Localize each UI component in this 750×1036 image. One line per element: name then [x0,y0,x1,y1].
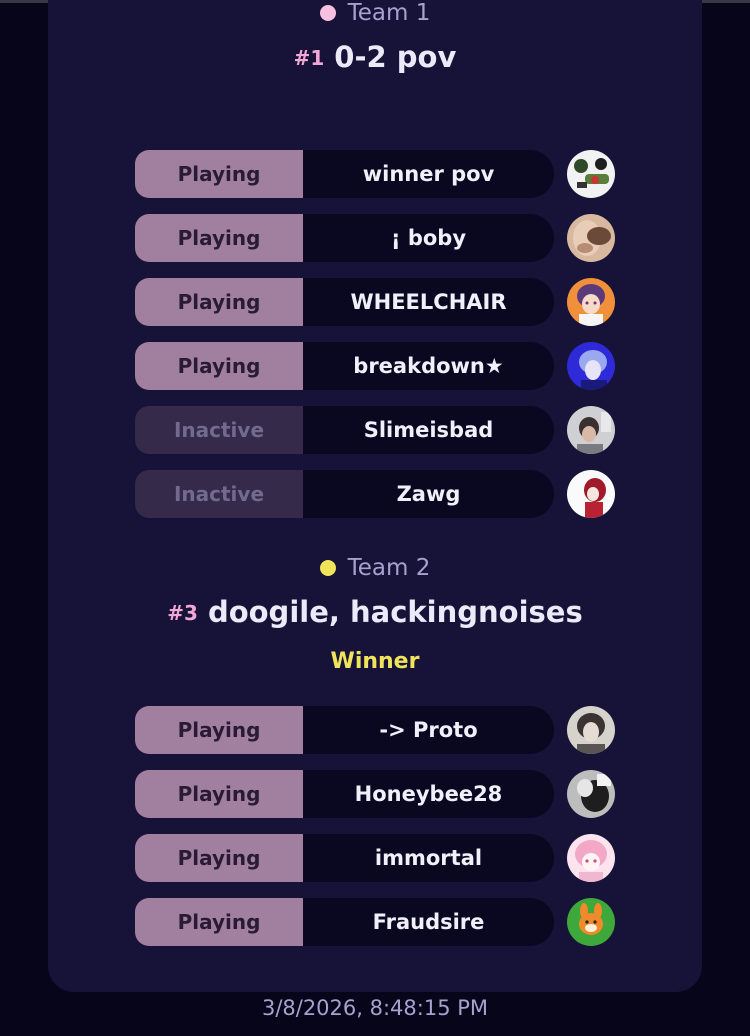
team-2-rank: #3 [167,601,198,625]
status-badge: Playing [135,770,303,818]
player-name: winner pov [303,150,554,198]
player-name: Zawg [303,470,554,518]
player-row[interactable]: Inactive Zawg [135,470,615,518]
team-2-header: Team 2 [0,555,750,581]
timestamp: 3/8/2026, 8:48:15 PM [261,996,489,1020]
team-1-label-text: Team 1 [347,0,431,26]
player-row[interactable]: Playing WHEELCHAIR [135,278,615,326]
player-name: Fraudsire [303,898,554,946]
player-name: WHEELCHAIR [303,278,554,326]
status-badge: Playing [135,278,303,326]
player-row[interactable]: Playing ¡ boby [135,214,615,262]
status-badge: Playing [135,342,303,390]
team-2-label-text: Team 2 [347,555,431,581]
avatar[interactable] [567,406,615,454]
avatar[interactable] [567,150,615,198]
winner-label: Winner [330,649,420,674]
team-1-header: Team 1 [0,0,750,26]
avatar[interactable] [567,706,615,754]
team-2-dot-icon [319,560,336,576]
status-badge: Playing [135,898,303,946]
team-2-label: Team 2 [319,555,431,581]
status-badge: Inactive [135,406,303,454]
status-badge: Inactive [135,470,303,518]
player-name: Slimeisbad [303,406,554,454]
player-name: immortal [303,834,554,882]
team-1-label: Team 1 [319,0,431,26]
status-badge: Playing [135,150,303,198]
player-name: ¡ boby [303,214,554,262]
avatar[interactable] [567,278,615,326]
avatar[interactable] [567,470,615,518]
avatar[interactable] [567,898,615,946]
player-row[interactable]: Playing -> Proto [135,706,615,754]
team-2-title: #3 doogile, hackingnoises [0,595,750,629]
team-1-dot-icon [319,5,336,21]
team-2-name: doogile, hackingnoises [207,595,583,629]
team-1-rank: #1 [293,46,325,70]
player-name: breakdown★ [303,342,554,390]
player-row[interactable]: Playing Fraudsire [135,898,615,946]
status-badge: Playing [135,214,303,262]
avatar[interactable] [567,770,615,818]
status-badge: Playing [135,834,303,882]
status-badge: Playing [135,706,303,754]
player-row[interactable]: Inactive Slimeisbad [135,406,615,454]
player-name: Honeybee28 [303,770,554,818]
player-row[interactable]: Playing Honeybee28 [135,770,615,818]
player-row[interactable]: Playing breakdown★ [135,342,615,390]
player-name: -> Proto [303,706,554,754]
avatar[interactable] [567,214,615,262]
team-1-name: 0-2 pov [334,40,457,74]
avatar[interactable] [567,342,615,390]
player-row[interactable]: Playing immortal [135,834,615,882]
player-row[interactable]: Playing winner pov [135,150,615,198]
team-1-title: #1 0-2 pov [0,40,750,74]
avatar[interactable] [567,834,615,882]
